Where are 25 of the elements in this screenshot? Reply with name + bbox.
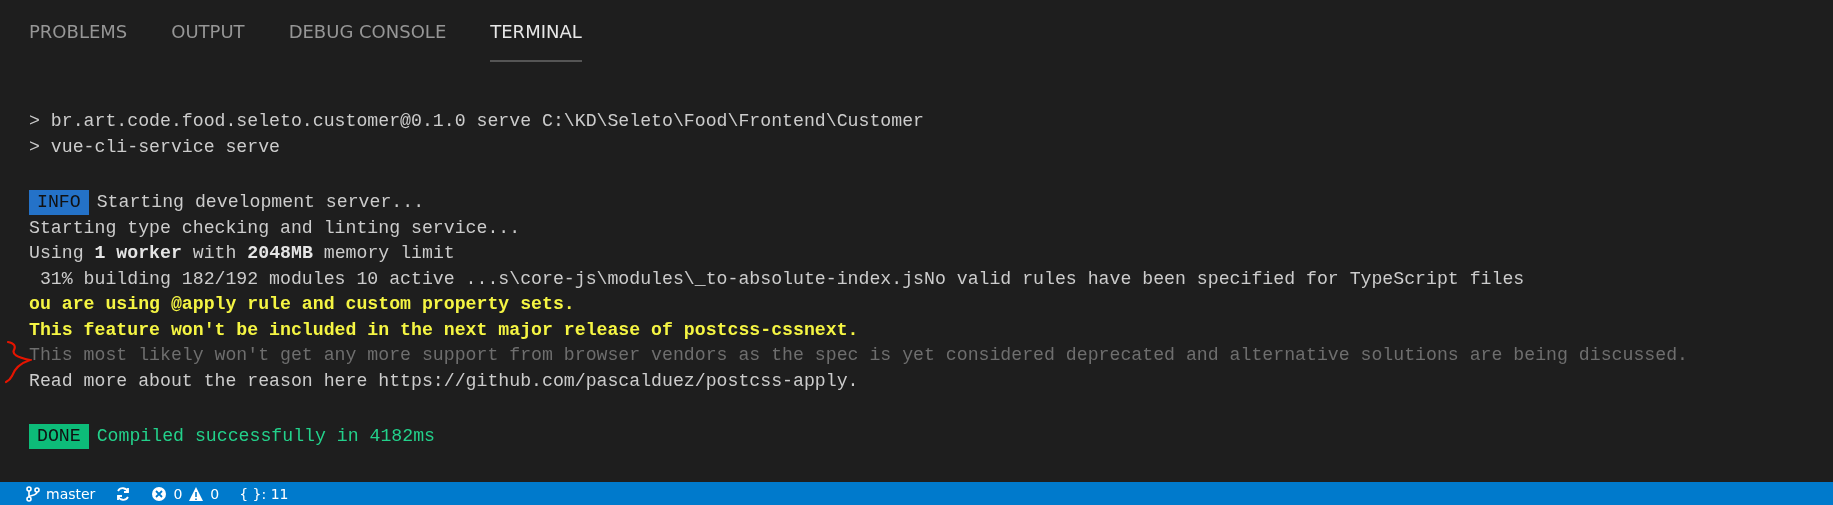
sync-icon[interactable] — [115, 485, 132, 502]
panel-tab[interactable]: OUTPUT — [171, 0, 245, 62]
terminal-line: > br.art.code.food.seleto.customer@0.1.0 serve C:\KD\Seleto\Food\Frontend\Customer — [29, 110, 924, 133]
branch-icon — [26, 485, 40, 502]
terminal-line: 31% building 182/192 modules 10 active ...s\core-js\modules\_to-absolute-index.jsNo valid rules have been specified for TypeScript files — [38, 267, 1525, 291]
panel-tab[interactable]: DEBUG CONSOLE — [288, 0, 447, 62]
terminal-line: Using 1 worker with 2048MB memory limit — [29, 242, 455, 265]
warning-icon — [188, 485, 205, 502]
terminal-line: Compiled successfully in 4182ms — [96, 425, 435, 448]
warning-line: ou are using @apply rule and custom property sets. — [29, 293, 575, 316]
branch-name[interactable]: master — [46, 485, 96, 502]
warning-count[interactable]: 0 — [210, 485, 220, 502]
terminal-line: Starting type checking and linting service... — [29, 216, 521, 240]
terminal-line: Starting development server... — [96, 191, 425, 214]
log-level-badge: INFO — [29, 190, 89, 216]
error-icon — [151, 485, 168, 502]
terminal-line: Read more about the reason here https://github.com/pascalduez/postcss-apply. — [29, 369, 859, 393]
panel-tab[interactable]: TERMINAL — [490, 0, 582, 62]
panel-tab[interactable]: PROBLEMS — [29, 0, 128, 62]
warning-line: This feature won't be included in the next major release of postcss-cssnext. — [29, 318, 859, 342]
terminal-line: This most likely won't get any more support from browser vendors as the spec is yet considered deprecated and alternative solutions are being discussed. — [29, 344, 1688, 367]
log-level-badge: DONE — [29, 424, 89, 450]
bracket-count[interactable]: { }: 11 — [239, 485, 289, 502]
terminal-line: > vue-cli-service serve — [29, 135, 281, 159]
error-count[interactable]: 0 — [173, 485, 183, 502]
